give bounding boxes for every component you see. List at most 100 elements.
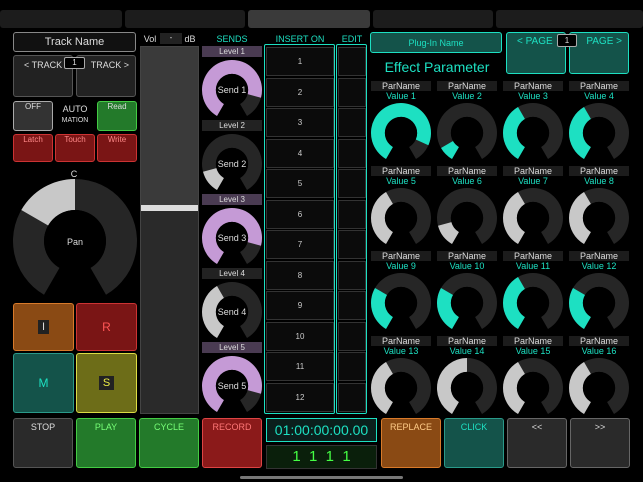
param-knob-8[interactable] — [568, 187, 630, 254]
rewind-button[interactable]: << — [507, 418, 567, 468]
edit-slot-1[interactable] — [338, 47, 366, 76]
top-tab-1[interactable] — [0, 10, 122, 28]
fader-handle[interactable] — [141, 205, 198, 211]
fader-upper — [141, 47, 198, 208]
param-knob-1[interactable] — [370, 102, 432, 169]
insert-slot-4[interactable]: 4 — [266, 138, 334, 168]
param-knob-3[interactable] — [502, 102, 564, 169]
edit-header: EDIT — [341, 34, 363, 44]
insert-slot-9[interactable]: 9 — [266, 291, 334, 320]
edit-slot-4[interactable] — [338, 138, 366, 168]
insert-slot-7[interactable]: 7 — [266, 230, 334, 259]
input-monitor-button[interactable]: I — [13, 303, 74, 351]
send-level-label-3: Level 3 — [202, 194, 262, 205]
insert-slot-1[interactable]: 1 — [266, 47, 334, 76]
param-knob-15[interactable] — [502, 357, 564, 424]
param-knob-12[interactable] — [568, 272, 630, 339]
param-knob-6[interactable] — [436, 187, 498, 254]
solo-button[interactable]: S — [76, 353, 137, 413]
auto-read-button[interactable]: Read — [97, 101, 137, 131]
mute-button[interactable]: M — [13, 353, 74, 413]
param-knob-9[interactable] — [370, 272, 432, 339]
timecode-display: 01:00:00:00.00 — [266, 418, 377, 442]
param-label-7: ParName Value 7 — [503, 166, 563, 186]
edit-slot-7[interactable] — [338, 230, 366, 259]
top-tab-5[interactable] — [496, 10, 643, 28]
click-button[interactable]: CLICK — [444, 418, 504, 468]
plugin-name-button[interactable]: Plug-In Name — [370, 32, 502, 53]
insert-slot-8[interactable]: 8 — [266, 260, 334, 290]
page-prev-label: < PAGE — [517, 36, 553, 47]
param-knob-14[interactable] — [436, 357, 498, 424]
param-knob-10[interactable] — [436, 272, 498, 339]
next-track-button[interactable]: TRACK > — [76, 55, 136, 97]
param-value: Value 16 — [581, 346, 617, 356]
pan-label: Pan — [67, 237, 83, 247]
record-arm-button[interactable]: R — [76, 303, 137, 351]
bars-display: 1 1 1 1 — [266, 445, 377, 469]
auto-write-button[interactable]: Write — [97, 134, 137, 162]
volume-fader[interactable] — [140, 46, 199, 414]
send-3-label: Send 3 — [218, 233, 247, 243]
track-name-field[interactable]: Track Name — [13, 32, 136, 52]
param-knob-16[interactable] — [568, 357, 630, 424]
insert-slot-2[interactable]: 2 — [266, 77, 334, 107]
param-knob-5[interactable] — [370, 187, 432, 254]
vol-label: Vol — [143, 34, 157, 44]
record-button[interactable]: RECORD — [202, 418, 262, 468]
param-knob-4[interactable] — [568, 102, 630, 169]
edit-slot-5[interactable] — [338, 169, 366, 198]
param-label-9: ParName Value 9 — [371, 251, 431, 271]
stop-button[interactable]: STOP — [13, 418, 73, 468]
page-next-button[interactable]: PAGE > — [569, 32, 629, 74]
param-name: ParName — [371, 336, 431, 346]
replace-button[interactable]: REPLACE — [381, 418, 441, 468]
edit-slot-6[interactable] — [338, 199, 366, 229]
play-button[interactable]: PLAY — [76, 418, 136, 468]
send-1-label: Send 1 — [218, 85, 247, 95]
solo-label: S — [98, 376, 115, 390]
top-tab-4[interactable] — [373, 10, 493, 28]
edit-slot-8[interactable] — [338, 260, 366, 290]
auto-latch-button[interactable]: Latch — [13, 134, 53, 162]
edit-slot-12[interactable] — [338, 382, 366, 412]
param-label-11: ParName Value 11 — [503, 251, 563, 271]
param-value: Value 10 — [449, 261, 485, 271]
top-tab-2[interactable] — [125, 10, 245, 28]
edit-slot-3[interactable] — [338, 108, 366, 137]
edit-slot-2[interactable] — [338, 77, 366, 107]
param-label-15: ParName Value 15 — [503, 336, 563, 356]
param-knob-11[interactable] — [502, 272, 564, 339]
send-knob-4[interactable]: Send 4 — [201, 281, 263, 348]
top-tab-3[interactable] — [248, 10, 370, 28]
send-knob-1[interactable]: Send 1 — [201, 59, 263, 126]
insert-slot-5[interactable]: 5 — [266, 169, 334, 198]
page-number[interactable]: 1 — [557, 34, 577, 47]
param-label-4: ParName Value 4 — [569, 81, 629, 101]
auto-touch-button[interactable]: Touch — [55, 134, 95, 162]
insert-slot-3[interactable]: 3 — [266, 108, 334, 137]
param-knob-2[interactable] — [436, 102, 498, 169]
pan-knob[interactable]: Pan — [12, 178, 138, 302]
param-value: Value 3 — [518, 91, 548, 101]
send-knob-2[interactable]: Send 2 — [201, 133, 263, 200]
param-label-12: ParName Value 12 — [569, 251, 629, 271]
send-knob-5[interactable]: Send 5 — [201, 355, 263, 422]
forward-button[interactable]: >> — [570, 418, 630, 468]
auto-off-button[interactable]: OFF — [13, 101, 53, 131]
insert-slot-6[interactable]: 6 — [266, 199, 334, 229]
vol-value: - — [160, 33, 182, 44]
insert-on-header: INSERT ON — [275, 34, 325, 44]
edit-slot-9[interactable] — [338, 291, 366, 320]
insert-slot-11[interactable]: 11 — [266, 352, 334, 381]
send-knob-3[interactable]: Send 3 — [201, 207, 263, 274]
param-name: ParName — [371, 81, 431, 91]
cycle-button[interactable]: CYCLE — [139, 418, 199, 468]
track-number[interactable]: 1 — [64, 57, 85, 69]
param-knob-7[interactable] — [502, 187, 564, 254]
param-knob-13[interactable] — [370, 357, 432, 424]
insert-slot-10[interactable]: 10 — [266, 321, 334, 351]
edit-slot-10[interactable] — [338, 321, 366, 351]
insert-slot-12[interactable]: 12 — [266, 382, 334, 412]
edit-slot-11[interactable] — [338, 352, 366, 381]
